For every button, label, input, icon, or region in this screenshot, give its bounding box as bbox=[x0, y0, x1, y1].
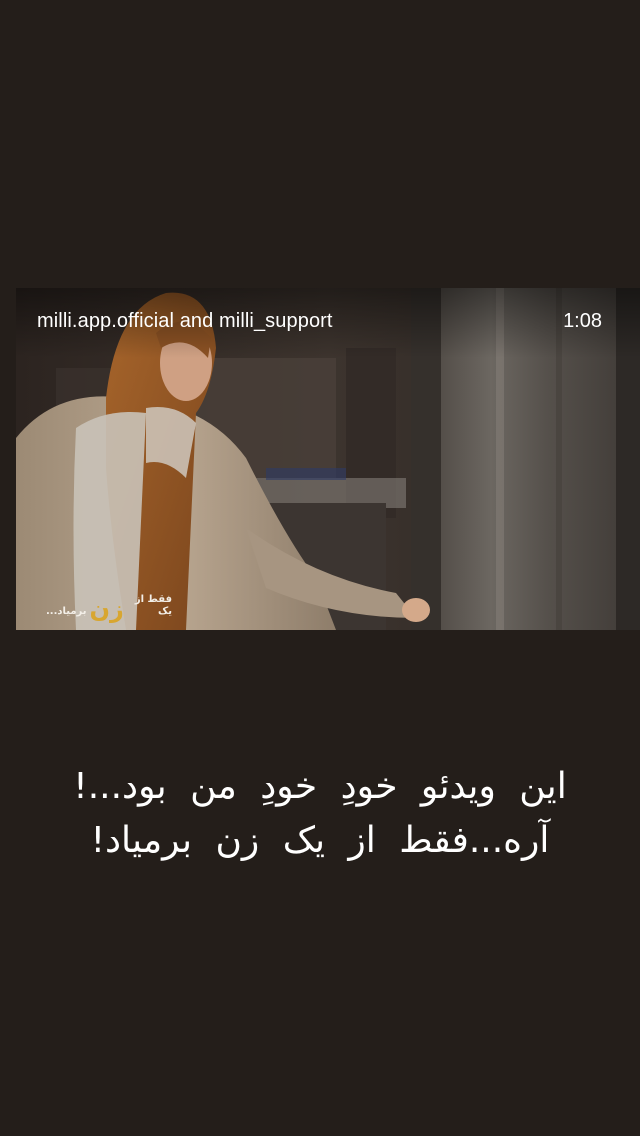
account-names-label[interactable]: milli.app.official and milli_support bbox=[37, 310, 333, 333]
watermark-prefix: فقط از یک bbox=[134, 594, 172, 617]
video-header: milli.app.official and milli_support 1:0… bbox=[16, 288, 640, 358]
story-screen: milli.app.official and milli_support 1:0… bbox=[0, 0, 640, 1136]
watermark-word: زن bbox=[89, 595, 124, 623]
watermark-suffix: برمیاد... bbox=[46, 606, 87, 617]
caption-line-1: این ویدئو خودِ خودِ من بود...! bbox=[73, 766, 567, 807]
video-watermark: فقط از یک زن برمیاد... bbox=[46, 592, 172, 622]
caption-line-2: آره...فقط از یک زن برمیاد! bbox=[90, 820, 550, 861]
video-preview[interactable]: milli.app.official and milli_support 1:0… bbox=[16, 288, 640, 630]
story-caption: این ویدئو خودِ خودِ من بود...! آره...فقط… bbox=[40, 760, 600, 868]
video-duration: 1:08 bbox=[563, 310, 602, 332]
